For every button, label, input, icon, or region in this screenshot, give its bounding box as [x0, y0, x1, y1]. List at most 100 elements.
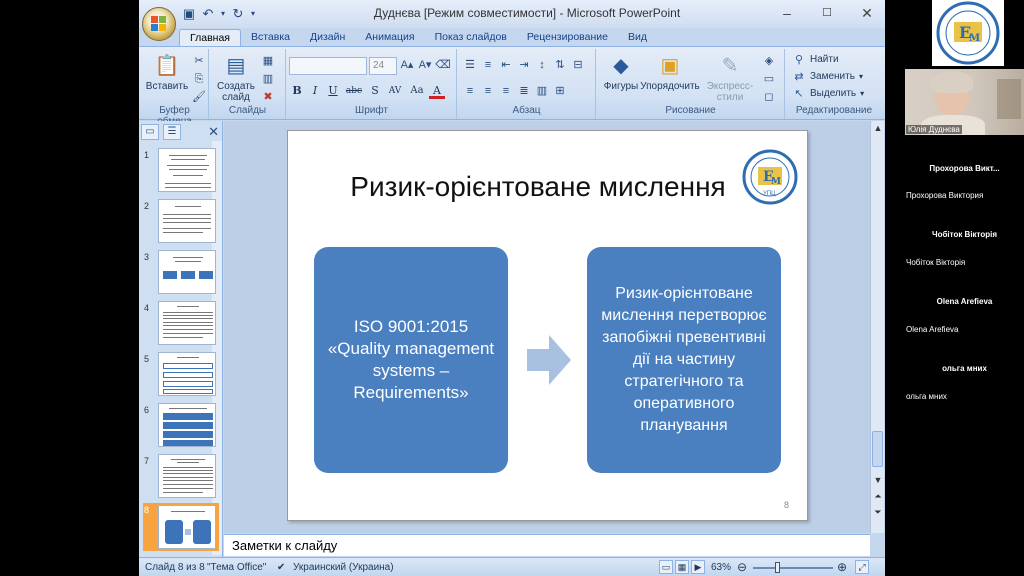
zoom-level[interactable]: 63% — [711, 562, 731, 573]
quick-styles-label: Экспресс-стили — [706, 81, 754, 103]
layout-icon[interactable]: ▦ — [260, 53, 276, 69]
align-buttons: ≡ ≡ ≡ ≣ ▥ ⊞ — [462, 83, 568, 99]
slide-thumbnail-selected[interactable]: 8 — [143, 503, 219, 551]
slides-group-label: Слайды — [228, 105, 267, 116]
webcam-video[interactable]: Юлія Дуднєва — [905, 69, 1024, 135]
slide-thumbnail[interactable]: 5 — [143, 352, 219, 398]
bold-button[interactable]: B — [289, 83, 305, 99]
shrink-font-icon[interactable]: A▾ — [417, 57, 433, 73]
slide-sorter-icon[interactable]: ▦ — [675, 560, 689, 574]
zoom-out-icon[interactable]: ⊖ — [737, 560, 747, 574]
shadow-button[interactable]: S — [367, 83, 383, 99]
zoom-in-icon[interactable]: ⊕ — [837, 560, 847, 574]
select-button[interactable]: ↖ Выделить ▾ — [792, 87, 864, 100]
increase-indent-icon[interactable]: ⇥ — [516, 57, 532, 73]
zoom-slider-thumb[interactable] — [775, 562, 780, 573]
grow-font-icon[interactable]: A▴ — [399, 57, 415, 73]
scroll-up-icon[interactable]: ▲ — [871, 121, 885, 135]
copy-icon[interactable]: ⎘ — [191, 71, 207, 87]
notes-pane[interactable]: Заметки к слайду — [224, 534, 870, 556]
tab-design[interactable]: Дизайн — [300, 29, 355, 47]
office-button[interactable] — [142, 7, 176, 41]
shape-outline-icon[interactable]: ▭ — [761, 71, 777, 87]
delete-slide-icon[interactable]: ✖ — [260, 89, 276, 105]
fit-window-icon[interactable]: ⤢ — [855, 560, 869, 574]
outline-tab-icon[interactable]: ☰ — [163, 124, 181, 140]
underline-button[interactable]: U — [325, 83, 341, 99]
tab-animation[interactable]: Анимация — [355, 29, 424, 47]
slideshow-view-icon[interactable]: ▶ — [691, 560, 705, 574]
close-button[interactable]: ✕ — [859, 2, 875, 24]
arrange-button[interactable]: ▣ Упорядочить — [639, 51, 701, 103]
slide-thumbnail[interactable]: 6 — [143, 403, 219, 449]
close-pane-icon[interactable]: ✕ — [208, 124, 219, 140]
bullets-icon[interactable]: ☰ — [462, 57, 478, 73]
tab-home[interactable]: Главная — [179, 29, 241, 47]
quick-styles-icon: ✎ — [721, 55, 739, 77]
shelf — [997, 79, 1021, 119]
new-slide-button[interactable]: ▤ Создать слайд — [216, 51, 256, 103]
minimize-button[interactable]: – — [779, 2, 795, 24]
university-logo-icon: E M — [932, 0, 1004, 66]
risk-thinking-box[interactable]: Ризик-орієнтоване мислення перетворює за… — [587, 247, 781, 473]
binoculars-icon: ⚲ — [794, 54, 804, 66]
line-spacing-icon[interactable]: ↕ — [534, 57, 550, 73]
maximize-button[interactable]: ☐ — [819, 2, 835, 24]
spacing-button[interactable]: AV — [385, 83, 405, 99]
zoom-slider[interactable] — [753, 567, 833, 569]
next-slide-icon[interactable]: ⏷ — [871, 505, 885, 519]
columns-icon[interactable]: ▥ — [534, 83, 550, 99]
change-case-button[interactable]: Aa — [407, 83, 427, 99]
smartart-icon[interactable]: ⊞ — [552, 83, 568, 99]
italic-button[interactable]: I — [307, 83, 323, 99]
tab-slideshow[interactable]: Показ слайдов — [425, 29, 517, 47]
normal-view-icon[interactable]: ▭ — [659, 560, 673, 574]
slide-thumbnail[interactable]: 2 — [143, 199, 219, 245]
arrange-icon: ▣ — [660, 55, 680, 77]
office-logo-icon — [151, 16, 167, 32]
format-painter-icon[interactable]: 🖌 — [191, 89, 207, 105]
slide-thumbnail[interactable]: 1 — [143, 148, 219, 194]
shape-fill-icon[interactable]: ◈ — [761, 53, 777, 69]
slide-thumbnail[interactable]: 7 — [143, 454, 219, 500]
clipboard-group-label: Буфер обмена — [157, 105, 192, 127]
language-label[interactable]: Украинский (Украина) — [293, 562, 394, 573]
scroll-down-icon[interactable]: ▼ — [871, 473, 885, 487]
tab-view[interactable]: Вид — [618, 29, 657, 47]
slide-title[interactable]: Ризик-орієнтоване мислення — [328, 171, 748, 203]
previous-slide-icon[interactable]: ⏶ — [871, 489, 885, 503]
current-slide[interactable]: Ризик-орієнтоване мислення E M УПЦ ISO 9… — [287, 130, 808, 521]
align-right-icon[interactable]: ≡ — [498, 83, 514, 99]
numbering-icon[interactable]: ≡ — [480, 57, 496, 73]
justify-icon[interactable]: ≣ — [516, 83, 532, 99]
paragraph-group: ☰ ≡ ⇤ ⇥ ↕ ⇅ ⊟ ≡ ≡ ≡ ≣ ▥ ⊞ Абзац — [458, 49, 596, 119]
vertical-scrollbar[interactable]: ▲ ▼ ⏶ ⏷ — [870, 121, 884, 533]
replace-button[interactable]: ⇄ Заменить ▾ — [792, 70, 863, 83]
font-size-combo[interactable]: 24 — [369, 57, 397, 75]
align-left-icon[interactable]: ≡ — [462, 83, 478, 99]
theme-name[interactable]: "Тема Office" — [207, 562, 266, 573]
tab-insert[interactable]: Вставка — [241, 29, 300, 47]
paste-button[interactable]: 📋 Вставить — [145, 51, 189, 103]
align-center-icon[interactable]: ≡ — [480, 83, 496, 99]
decrease-indent-icon[interactable]: ⇤ — [498, 57, 514, 73]
scroll-thumb[interactable] — [872, 431, 883, 467]
strikethrough-button[interactable]: abc — [343, 83, 365, 99]
quick-styles-button[interactable]: ✎ Экспресс-стили — [699, 51, 761, 103]
slide-thumbnail[interactable]: 3 — [143, 250, 219, 296]
iso-standard-box[interactable]: ISO 9001:2015 «Quality management system… — [314, 247, 508, 473]
align-text-icon[interactable]: ⊟ — [570, 57, 586, 73]
slide-thumbnail[interactable]: 4 — [143, 301, 219, 347]
reset-icon[interactable]: ▥ — [260, 71, 276, 87]
cut-icon[interactable]: ✂ — [191, 53, 207, 69]
spellcheck-icon[interactable]: ✔ — [277, 562, 285, 573]
slides-tab-icon[interactable]: ▭ — [141, 124, 159, 140]
shape-effects-icon[interactable]: ◻ — [761, 89, 777, 105]
shapes-button[interactable]: ◆ Фигуры — [599, 51, 643, 103]
font-color-button[interactable]: A — [429, 83, 445, 99]
font-name-combo[interactable] — [289, 57, 367, 75]
tab-review[interactable]: Рецензирование — [517, 29, 618, 47]
text-direction-icon[interactable]: ⇅ — [552, 57, 568, 73]
find-button[interactable]: ⚲ Найти — [792, 53, 839, 66]
clear-formatting-icon[interactable]: ⌫ — [435, 57, 451, 73]
